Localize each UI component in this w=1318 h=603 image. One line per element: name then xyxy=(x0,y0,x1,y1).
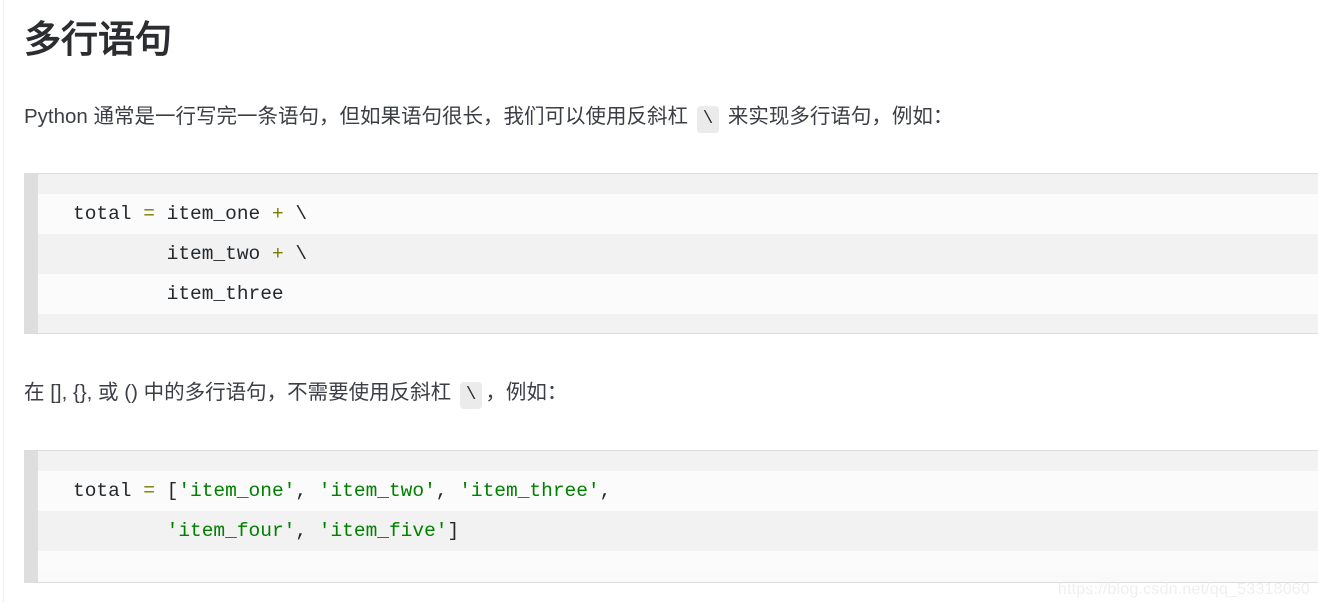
paragraph-brackets: 在 [], {}, 或 () 中的多行语句，不需要使用反斜杠 \ ，例如： xyxy=(24,377,567,411)
inline-code-backslash-2: \ xyxy=(459,382,483,409)
code-token-pun: , xyxy=(295,480,319,502)
code-token-txt: \ xyxy=(283,203,308,225)
inline-code-backslash: \ xyxy=(696,106,720,133)
paragraph-brackets-text-before: 在 [], {}, 或 () 中的多行语句，不需要使用反斜杠 xyxy=(24,381,457,404)
code-token-pun: , xyxy=(599,480,612,502)
paragraph-brackets-text-after: ，例如： xyxy=(485,381,568,404)
code-token-op: + xyxy=(271,243,284,265)
document-page: 多行语句 Python 通常是一行写完一条语句，但如果语句很长，我们可以使用反斜… xyxy=(0,0,1318,603)
code-row: item_three xyxy=(38,274,1318,314)
code-row: 'item_four', 'item_five'] xyxy=(38,511,1318,551)
code-row: item_two + \ xyxy=(38,234,1318,274)
code-gutter xyxy=(24,174,38,333)
code-token-op: = xyxy=(143,203,155,225)
code-token-str: 'item_two' xyxy=(318,480,436,502)
code-row: total = item_one + \ xyxy=(38,194,1318,234)
code-token-txt: total xyxy=(73,480,144,502)
code-token-txt: item_two xyxy=(73,243,272,265)
code-token-pun: , xyxy=(435,480,460,502)
code-token-op: = xyxy=(143,480,155,502)
code-row-spacer-bottom xyxy=(38,551,1318,571)
code-token-op: + xyxy=(271,203,284,225)
code-gutter xyxy=(24,451,38,582)
paragraph-backslash-text-after: 来实现多行语句，例如： xyxy=(722,105,954,128)
code-block-backslash[interactable]: total = item_one + \ item_two + \ item_t… xyxy=(24,173,1318,334)
code-row-spacer-top xyxy=(38,451,1318,471)
code-token-txt: \ xyxy=(283,243,308,265)
code-token-pun: ] xyxy=(447,520,460,542)
code-token-str: 'item_one' xyxy=(178,480,296,502)
code-token-txt: item_one xyxy=(154,203,272,225)
code-token-pun: , xyxy=(295,520,319,542)
code-token-pun: [ xyxy=(154,480,179,502)
code-token-txt: item_three xyxy=(73,283,284,305)
code-row-spacer-bottom xyxy=(38,314,1318,333)
code-block-list[interactable]: total = ['item_one', 'item_two', 'item_t… xyxy=(24,450,1318,583)
page-title: 多行语句 xyxy=(24,19,172,60)
left-margin-rule xyxy=(3,0,4,603)
code-token-str: 'item_five' xyxy=(318,520,448,542)
paragraph-backslash-text-before: Python 通常是一行写完一条语句，但如果语句很长，我们可以使用反斜杠 xyxy=(24,105,694,128)
code-token-txt: total xyxy=(73,203,144,225)
paragraph-backslash: Python 通常是一行写完一条语句，但如果语句很长，我们可以使用反斜杠 \ 来… xyxy=(24,101,953,135)
code-token-str: 'item_four' xyxy=(166,520,296,542)
code-lines-container: total = ['item_one', 'item_two', 'item_t… xyxy=(38,451,1318,571)
code-token-str: 'item_three' xyxy=(459,480,600,502)
code-row-spacer-top xyxy=(38,174,1318,194)
site-watermark: https://blog.csdn.net/qq_53318060 xyxy=(1057,581,1310,598)
code-lines-container: total = item_one + \ item_two + \ item_t… xyxy=(38,174,1318,333)
code-row: total = ['item_one', 'item_two', 'item_t… xyxy=(38,471,1318,511)
